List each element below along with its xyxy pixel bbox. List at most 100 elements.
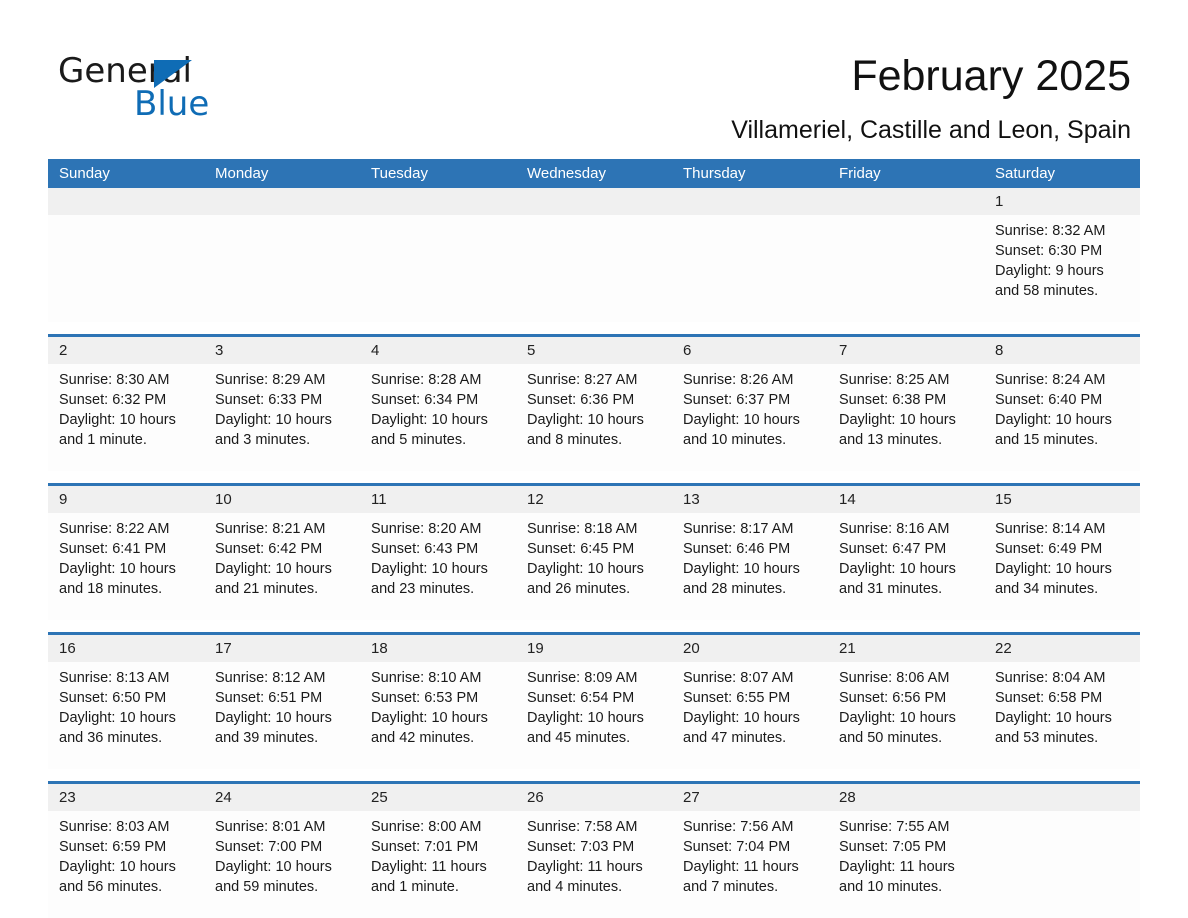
- day-detail-line: and 50 minutes.: [839, 730, 943, 746]
- day-number-19[interactable]: 19: [516, 635, 672, 662]
- day-detail-line: Sunrise: 8:07 AM: [683, 670, 794, 686]
- day-number-4[interactable]: 4: [360, 337, 516, 364]
- day-detail-line: Sunrise: 8:25 AM: [839, 372, 950, 388]
- day-detail-line: Sunset: 7:03 PM: [527, 839, 635, 855]
- day-cell-13[interactable]: Sunrise: 8:17 AM Sunset: 6:46 PM Daylight:…: [672, 513, 828, 620]
- day-cell-22[interactable]: Sunrise: 8:04 AM Sunset: 6:58 PM Daylight:…: [984, 662, 1140, 769]
- generalblue-logo[interactable]: General Blue: [58, 52, 358, 123]
- calendar-week-row: 9 10 11 12 13 14 15 Sunrise: 8:22 AM Sunset: 6:4…: [48, 483, 1140, 620]
- day-number-26[interactable]: 26: [516, 784, 672, 811]
- day-cell-27[interactable]: Sunrise: 7:56 AM Sunset: 7:04 PM Daylight:…: [672, 811, 828, 918]
- day-detail-line: Daylight: 10 hours: [371, 412, 488, 428]
- day-cell-12[interactable]: Sunrise: 8:18 AM Sunset: 6:45 PM Daylight:…: [516, 513, 672, 620]
- day-cell-7[interactable]: Sunrise: 8:25 AM Sunset: 6:38 PM Daylight:…: [828, 364, 984, 471]
- day-number-28[interactable]: 28: [828, 784, 984, 811]
- day-detail-line: Daylight: 11 hours: [527, 859, 643, 875]
- calendar-week-row: 1 Sunrise: 8:32 AM Sunset: 6:30 PM Daylight…: [48, 188, 1140, 322]
- day-cell-4[interactable]: Sunrise: 8:28 AM Sunset: 6:34 PM Daylight:…: [360, 364, 516, 471]
- day-cell-5[interactable]: Sunrise: 8:27 AM Sunset: 6:36 PM Daylight:…: [516, 364, 672, 471]
- day-number-27[interactable]: 27: [672, 784, 828, 811]
- day-number-17[interactable]: 17: [204, 635, 360, 662]
- weekday-header-tuesday: Tuesday: [371, 165, 428, 182]
- day-number-10[interactable]: 10: [204, 486, 360, 513]
- day-detail-line: Sunset: 6:50 PM: [59, 690, 167, 706]
- day-detail-line: and 28 minutes.: [683, 581, 787, 597]
- day-number-9[interactable]: 9: [48, 486, 204, 513]
- day-cell-25[interactable]: Sunrise: 8:00 AM Sunset: 7:01 PM Daylight:…: [360, 811, 516, 918]
- day-cell-14[interactable]: Sunrise: 8:16 AM Sunset: 6:47 PM Daylight:…: [828, 513, 984, 620]
- day-cell-2[interactable]: Sunrise: 8:30 AM Sunset: 6:32 PM Daylight:…: [48, 364, 204, 471]
- day-cell-24[interactable]: Sunrise: 8:01 AM Sunset: 7:00 PM Daylight:…: [204, 811, 360, 918]
- day-detail-line: and 3 minutes.: [215, 432, 311, 448]
- weekday-header-saturday: Saturday: [995, 165, 1056, 182]
- day-detail-line: Sunset: 6:30 PM: [995, 243, 1103, 259]
- day-number-7[interactable]: 7: [828, 337, 984, 364]
- day-detail-line: Sunset: 6:54 PM: [527, 690, 635, 706]
- day-detail-line: Sunset: 6:51 PM: [215, 690, 323, 706]
- day-number-12[interactable]: 12: [516, 486, 672, 513]
- day-number-2[interactable]: 2: [48, 337, 204, 364]
- day-number-11[interactable]: 11: [360, 486, 516, 513]
- week-body-row: Sunrise: 8:03 AM Sunset: 6:59 PM Daylight:…: [48, 811, 1140, 918]
- day-detail-line: Daylight: 10 hours: [371, 561, 488, 577]
- day-number-18[interactable]: 18: [360, 635, 516, 662]
- day-cell-20[interactable]: Sunrise: 8:07 AM Sunset: 6:55 PM Daylight:…: [672, 662, 828, 769]
- day-detail-line: and 10 minutes.: [683, 432, 787, 448]
- day-number-5[interactable]: 5: [516, 337, 672, 364]
- week-date-band: 1: [48, 188, 1140, 215]
- day-number-8[interactable]: 8: [984, 337, 1140, 364]
- day-cell-9[interactable]: Sunrise: 8:22 AM Sunset: 6:41 PM Daylight:…: [48, 513, 204, 620]
- day-detail-line: and 58 minutes.: [995, 283, 1099, 299]
- day-cell-empty: [516, 215, 672, 322]
- day-cell-19[interactable]: Sunrise: 8:09 AM Sunset: 6:54 PM Daylight:…: [516, 662, 672, 769]
- day-cell-10[interactable]: Sunrise: 8:21 AM Sunset: 6:42 PM Daylight:…: [204, 513, 360, 620]
- day-cell-11[interactable]: Sunrise: 8:20 AM Sunset: 6:43 PM Daylight:…: [360, 513, 516, 620]
- day-detail-line: and 5 minutes.: [371, 432, 467, 448]
- weekday-header-sunday: Sunday: [59, 165, 110, 182]
- calendar-week-row: 23 24 25 26 27 28 Sunrise: 8:03 AM Sunset: 6:59…: [48, 781, 1140, 918]
- day-number-23[interactable]: 23: [48, 784, 204, 811]
- day-cell-18[interactable]: Sunrise: 8:10 AM Sunset: 6:53 PM Daylight:…: [360, 662, 516, 769]
- day-detail-line: and 18 minutes.: [59, 581, 163, 597]
- day-number-15[interactable]: 15: [984, 486, 1140, 513]
- day-number-3[interactable]: 3: [204, 337, 360, 364]
- day-number-25[interactable]: 25: [360, 784, 516, 811]
- day-cell-17[interactable]: Sunrise: 8:12 AM Sunset: 6:51 PM Daylight:…: [204, 662, 360, 769]
- day-detail-line: Sunset: 6:47 PM: [839, 541, 947, 557]
- day-detail-line: Sunrise: 8:30 AM: [59, 372, 170, 388]
- day-detail-line: Daylight: 10 hours: [59, 561, 176, 577]
- day-number-22[interactable]: 22: [984, 635, 1140, 662]
- day-number-13[interactable]: 13: [672, 486, 828, 513]
- day-number-21[interactable]: 21: [828, 635, 984, 662]
- day-detail-line: Daylight: 10 hours: [59, 412, 176, 428]
- day-detail-line: Sunrise: 8:29 AM: [215, 372, 326, 388]
- day-detail-line: Daylight: 11 hours: [371, 859, 487, 875]
- day-number-14[interactable]: 14: [828, 486, 984, 513]
- day-cell-15[interactable]: Sunrise: 8:14 AM Sunset: 6:49 PM Daylight:…: [984, 513, 1140, 620]
- week-separator: [48, 620, 1140, 632]
- day-cell-26[interactable]: Sunrise: 7:58 AM Sunset: 7:03 PM Daylight:…: [516, 811, 672, 918]
- day-number-24[interactable]: 24: [204, 784, 360, 811]
- day-detail-line: and 10 minutes.: [839, 879, 943, 895]
- day-cell-3[interactable]: Sunrise: 8:29 AM Sunset: 6:33 PM Daylight:…: [204, 364, 360, 471]
- day-number-1[interactable]: 1: [984, 188, 1140, 215]
- day-detail-line: and 42 minutes.: [371, 730, 475, 746]
- day-detail-line: and 1 minute.: [371, 879, 459, 895]
- day-cell-23[interactable]: Sunrise: 8:03 AM Sunset: 6:59 PM Daylight:…: [48, 811, 204, 918]
- day-cell-6[interactable]: Sunrise: 8:26 AM Sunset: 6:37 PM Daylight:…: [672, 364, 828, 471]
- day-cell-16[interactable]: Sunrise: 8:13 AM Sunset: 6:50 PM Daylight:…: [48, 662, 204, 769]
- day-cell-21[interactable]: Sunrise: 8:06 AM Sunset: 6:56 PM Daylight:…: [828, 662, 984, 769]
- day-cell-28[interactable]: Sunrise: 7:55 AM Sunset: 7:05 PM Daylight:…: [828, 811, 984, 918]
- day-cell-1[interactable]: Sunrise: 8:32 AM Sunset: 6:30 PM Daylight:…: [984, 215, 1140, 322]
- day-detail-line: Sunrise: 8:24 AM: [995, 372, 1106, 388]
- day-number-20[interactable]: 20: [672, 635, 828, 662]
- day-detail-line: Daylight: 10 hours: [215, 561, 332, 577]
- calendar-weeks: 1 Sunrise: 8:32 AM Sunset: 6:30 PM Daylight…: [48, 188, 1140, 918]
- day-number-6[interactable]: 6: [672, 337, 828, 364]
- day-detail-line: Sunrise: 8:18 AM: [527, 521, 638, 537]
- day-detail-line: Sunrise: 8:04 AM: [995, 670, 1106, 686]
- day-detail-line: Daylight: 11 hours: [683, 859, 799, 875]
- day-cell-8[interactable]: Sunrise: 8:24 AM Sunset: 6:40 PM Daylight:…: [984, 364, 1140, 471]
- day-detail-line: Daylight: 10 hours: [995, 412, 1112, 428]
- day-number-16[interactable]: 16: [48, 635, 204, 662]
